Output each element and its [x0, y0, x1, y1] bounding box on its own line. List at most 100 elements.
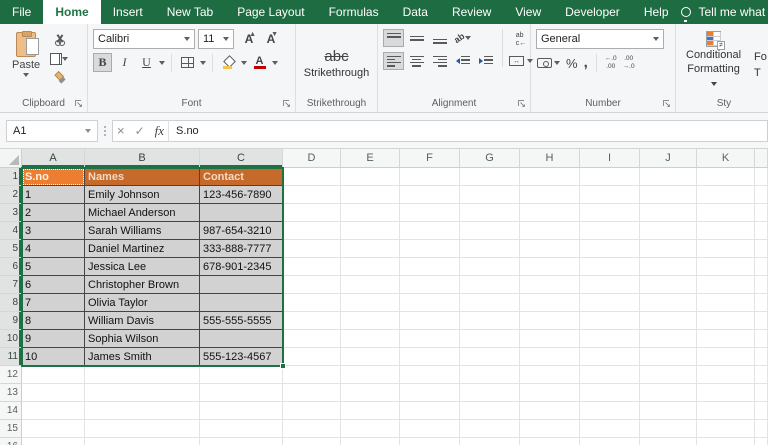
cell-I5[interactable] — [580, 240, 640, 258]
cell-G9[interactable] — [460, 312, 520, 330]
cell-E10[interactable] — [341, 330, 400, 348]
cell-F8[interactable] — [400, 294, 460, 312]
alignment-dialog-launcher[interactable]: ↘ — [517, 99, 528, 110]
ribbon-tab-new-tab[interactable]: New Tab — [155, 0, 225, 24]
conditional-formatting-button[interactable]: ≠ Conditional Formatting — [681, 29, 746, 92]
cell-J13[interactable] — [640, 384, 697, 402]
cell-J3[interactable] — [640, 204, 697, 222]
borders-button[interactable] — [178, 53, 197, 72]
ribbon-tab-file[interactable]: File — [0, 0, 43, 24]
cell-B13[interactable] — [85, 384, 200, 402]
fill-color-button[interactable] — [219, 53, 238, 72]
cell-H5[interactable] — [520, 240, 580, 258]
cell-A13[interactable] — [22, 384, 85, 402]
cell-K13[interactable] — [697, 384, 755, 402]
cell-C11[interactable]: 555-123-4567 — [200, 348, 283, 366]
cell-H10[interactable] — [520, 330, 580, 348]
cell-K12[interactable] — [697, 366, 755, 384]
decrease-indent-button[interactable] — [452, 52, 473, 70]
cell-partial-15[interactable] — [755, 420, 768, 438]
cell-F13[interactable] — [400, 384, 460, 402]
cell-C9[interactable]: 555-555-5555 — [200, 312, 283, 330]
cell-G14[interactable] — [460, 402, 520, 420]
cell-I3[interactable] — [580, 204, 640, 222]
cell-G13[interactable] — [460, 384, 520, 402]
cell-K11[interactable] — [697, 348, 755, 366]
cell-C5[interactable]: 333-888-7777 — [200, 240, 283, 258]
column-header-K[interactable]: K — [697, 149, 755, 168]
cell-F10[interactable] — [400, 330, 460, 348]
cell-F12[interactable] — [400, 366, 460, 384]
strikethrough-button[interactable]: abc Strikethrough — [296, 24, 377, 95]
cell-A7[interactable]: 6 — [22, 276, 85, 294]
cell-B3[interactable]: Michael Anderson — [85, 204, 200, 222]
cell-C15[interactable] — [200, 420, 283, 438]
number-format-combo[interactable]: General — [536, 29, 664, 49]
orientation-button[interactable]: ab — [452, 29, 473, 47]
cell-I7[interactable] — [580, 276, 640, 294]
shrink-font-button[interactable]: A ▼ — [261, 29, 281, 49]
cell-H12[interactable] — [520, 366, 580, 384]
row-header-7[interactable]: 7 — [0, 276, 22, 294]
cell-K15[interactable] — [697, 420, 755, 438]
cell-F4[interactable] — [400, 222, 460, 240]
cancel-button[interactable]: × — [117, 123, 125, 138]
align-middle-button[interactable] — [406, 29, 427, 47]
row-header-14[interactable]: 14 — [0, 402, 22, 420]
cell-J12[interactable] — [640, 366, 697, 384]
cell-H11[interactable] — [520, 348, 580, 366]
ribbon-tab-view[interactable]: View — [503, 0, 553, 24]
ribbon-tab-page-layout[interactable]: Page Layout — [225, 0, 316, 24]
cell-D12[interactable] — [283, 366, 341, 384]
cell-B7[interactable]: Christopher Brown — [85, 276, 200, 294]
cell-K14[interactable] — [697, 402, 755, 420]
cell-I11[interactable] — [580, 348, 640, 366]
align-left-button[interactable] — [383, 52, 404, 70]
cell-D9[interactable] — [283, 312, 341, 330]
ribbon-tab-insert[interactable]: Insert — [101, 0, 155, 24]
cell-C4[interactable]: 987-654-3210 — [200, 222, 283, 240]
ribbon-tab-data[interactable]: Data — [391, 0, 440, 24]
copy-button[interactable] — [50, 51, 69, 66]
cell-E14[interactable] — [341, 402, 400, 420]
formula-bar-handle[interactable] — [98, 125, 112, 136]
cell-A12[interactable] — [22, 366, 85, 384]
cell-G6[interactable] — [460, 258, 520, 276]
cell-D16[interactable] — [283, 438, 341, 445]
cell-F6[interactable] — [400, 258, 460, 276]
number-dialog-launcher[interactable]: ↘ — [662, 99, 673, 110]
column-header-F[interactable]: F — [400, 149, 460, 168]
cell-A5[interactable]: 4 — [22, 240, 85, 258]
cell-A1[interactable]: S.no — [22, 168, 85, 186]
cell-B16[interactable] — [85, 438, 200, 445]
cell-G5[interactable] — [460, 240, 520, 258]
cell-I1[interactable] — [580, 168, 640, 186]
cell-F7[interactable] — [400, 276, 460, 294]
cell-C6[interactable]: 678-901-2345 — [200, 258, 283, 276]
borders-caret[interactable] — [200, 60, 206, 65]
cell-G15[interactable] — [460, 420, 520, 438]
cell-K2[interactable] — [697, 186, 755, 204]
cell-H9[interactable] — [520, 312, 580, 330]
cell-B5[interactable]: Daniel Martinez — [85, 240, 200, 258]
cell-H8[interactable] — [520, 294, 580, 312]
cell-K10[interactable] — [697, 330, 755, 348]
cell-B2[interactable]: Emily Johnson — [85, 186, 200, 204]
fill-color-caret[interactable] — [241, 60, 247, 65]
row-header-13[interactable]: 13 — [0, 384, 22, 402]
cell-C13[interactable] — [200, 384, 283, 402]
cell-J1[interactable] — [640, 168, 697, 186]
cell-G1[interactable] — [460, 168, 520, 186]
cell-E1[interactable] — [341, 168, 400, 186]
cell-E16[interactable] — [341, 438, 400, 445]
row-header-6[interactable]: 6 — [0, 258, 22, 276]
row-header-11[interactable]: 11 — [0, 348, 22, 366]
cell-partial-16[interactable] — [755, 438, 768, 445]
cell-D11[interactable] — [283, 348, 341, 366]
ribbon-tab-help[interactable]: Help — [632, 0, 681, 24]
cell-E5[interactable] — [341, 240, 400, 258]
align-top-button[interactable] — [383, 29, 404, 47]
align-center-button[interactable] — [406, 52, 427, 70]
cell-H6[interactable] — [520, 258, 580, 276]
cell-partial-4[interactable] — [755, 222, 768, 240]
